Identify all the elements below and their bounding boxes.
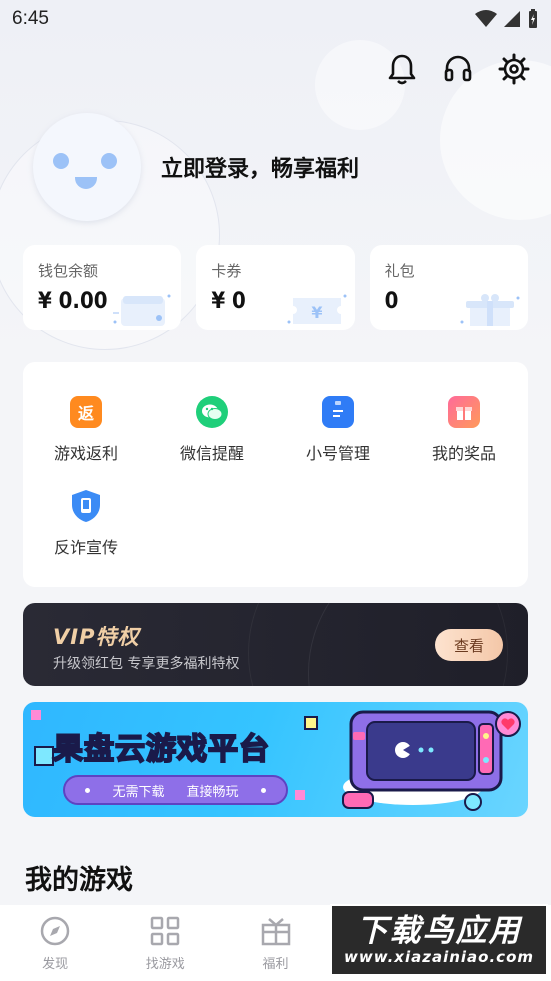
tab-label: 找游戏 xyxy=(145,957,185,972)
rebate-icon: 返 xyxy=(70,396,102,428)
coupon-icon: ¥ xyxy=(287,294,347,324)
avatar-eye xyxy=(53,153,69,169)
avatar-mouth xyxy=(75,177,97,189)
vip-banner[interactable]: VIP特权 升级领红包 专享更多福利特权 查看 xyxy=(23,603,528,686)
signal-icon xyxy=(504,11,520,27)
status-icons xyxy=(475,9,539,29)
pill-dot xyxy=(260,787,266,793)
feature-label: 微信提醒 xyxy=(179,444,244,463)
vip-view-button[interactable]: 查看 xyxy=(435,629,503,661)
settings-icon[interactable] xyxy=(497,52,531,86)
vip-title: VIP特权 xyxy=(53,625,140,649)
tab-label: 发现 xyxy=(42,957,69,972)
status-bar: 6:45 xyxy=(0,0,551,38)
grid-icon xyxy=(151,916,180,946)
gift-pack-card[interactable]: 礼包 0 xyxy=(369,245,528,330)
feature-my-prizes[interactable]: 我的奖品 xyxy=(401,396,527,464)
feature-wechat-reminder[interactable]: 微信提醒 xyxy=(149,396,275,464)
coupon-label: 卡券 xyxy=(211,262,242,280)
pill-dot xyxy=(85,787,91,793)
watermark-title: 下载鸟应用 xyxy=(356,913,522,949)
features-panel: 返 游戏返利 微信提醒 小号管理 我的奖品 反诈宣传 xyxy=(23,362,528,587)
vip-subtitle: 升级领红包 专享更多福利特权 xyxy=(53,656,240,672)
tagline-part: 无需下载 xyxy=(112,784,165,800)
my-games-title: 我的游戏 xyxy=(25,865,133,896)
cloud-gaming-banner[interactable]: 果盘云游戏平台 无需下载 直接畅玩 xyxy=(23,702,528,817)
wallet-icon xyxy=(113,294,171,326)
wallet-balance-card[interactable]: 钱包余额 ¥ 0.00 xyxy=(23,245,182,330)
prize-icon xyxy=(448,396,480,428)
wifi-icon xyxy=(475,10,497,27)
headset-icon[interactable] xyxy=(441,52,475,86)
shield-icon xyxy=(70,490,102,522)
rebate-icon-text: 返 xyxy=(77,404,94,423)
feature-label: 我的奖品 xyxy=(431,444,496,463)
avatar[interactable] xyxy=(33,113,141,221)
gift-icon xyxy=(261,918,290,946)
tab-discover[interactable]: 发现 xyxy=(0,905,110,981)
watermark-url: www.xiazainiao.com xyxy=(343,948,535,966)
svg-text:¥: ¥ xyxy=(311,303,322,322)
feature-label: 小号管理 xyxy=(305,444,370,463)
gift-box-icon xyxy=(460,294,520,326)
tab-welfare[interactable]: 福利 xyxy=(220,905,330,981)
feature-alt-account[interactable]: 小号管理 xyxy=(275,396,401,464)
game-console-illustration xyxy=(342,710,521,811)
tab-find-games[interactable]: 找游戏 xyxy=(110,905,220,981)
login-link[interactable]: 立即登录，畅享福利 xyxy=(161,151,359,183)
feature-anti-fraud[interactable]: 反诈宣传 xyxy=(23,490,149,558)
banner-title: 果盘云游戏平台 xyxy=(52,731,270,768)
banner-tagline: 无需下载 直接畅玩 xyxy=(63,775,288,805)
feature-label: 游戏返利 xyxy=(53,444,118,463)
feature-label: 反诈宣传 xyxy=(53,538,118,557)
feature-game-rebate[interactable]: 返 游戏返利 xyxy=(23,396,149,464)
wallet-label: 钱包余额 xyxy=(38,262,99,280)
battery-icon xyxy=(529,9,537,28)
watermark-overlay: 下载鸟应用 www.xiazainiao.com xyxy=(330,904,548,976)
header-actions xyxy=(385,52,531,86)
status-time: 6:45 xyxy=(12,8,49,29)
compass-icon xyxy=(40,916,70,946)
gift-pack-label: 礼包 xyxy=(384,262,415,280)
profile-section[interactable]: 立即登录，畅享福利 xyxy=(33,113,359,221)
tab-label: 福利 xyxy=(262,957,289,972)
avatar-eye xyxy=(101,153,117,169)
wechat-icon xyxy=(196,396,228,428)
bell-icon[interactable] xyxy=(385,52,419,86)
tagline-part: 直接畅玩 xyxy=(186,784,239,800)
coupon-card[interactable]: 卡券 ¥ 0 ¥ xyxy=(196,245,355,330)
wallet-row: 钱包余额 ¥ 0.00 卡券 ¥ 0 ¥ 礼包 0 xyxy=(23,245,528,330)
clipboard-icon xyxy=(322,396,354,428)
